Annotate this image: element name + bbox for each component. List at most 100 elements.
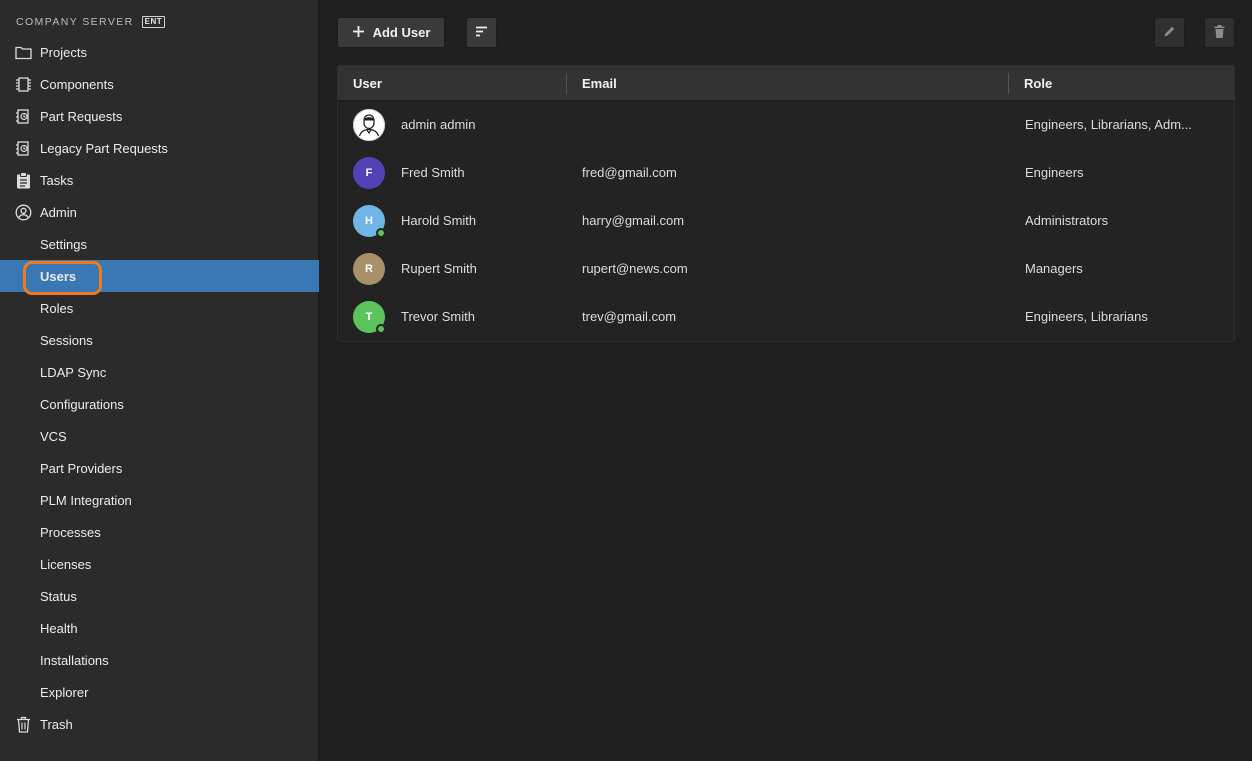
sidebar-item-label: PLM Integration: [40, 492, 132, 508]
sidebar-item-label: Roles: [40, 300, 74, 316]
user-name: Rupert Smith: [401, 261, 477, 276]
default-user-avatar-icon: [353, 109, 385, 141]
online-status-indicator: [376, 228, 386, 238]
user-role: Managers: [1025, 261, 1083, 276]
sidebar-item-ldap-sync[interactable]: LDAP Sync: [0, 356, 319, 388]
trash-icon: [1214, 24, 1225, 41]
sidebar-item-admin[interactable]: Admin: [0, 196, 319, 228]
sidebar-item-tasks[interactable]: Tasks: [0, 164, 319, 196]
sidebar-item-label: Installations: [40, 652, 109, 668]
avatar-initial: T: [365, 311, 373, 323]
sidebar-item-label: Licenses: [40, 556, 92, 572]
sidebar-item-label: Tasks: [40, 172, 74, 188]
sidebar-item-label: Health: [40, 620, 78, 636]
user-role: Engineers, Librarians, Adm...: [1025, 117, 1192, 132]
sidebar-item-trash[interactable]: Trash: [0, 708, 319, 740]
edition-badge: ENT: [141, 16, 166, 28]
table-row[interactable]: R Rupert Smith rupert@news.com Managers: [338, 245, 1234, 293]
sidebar-item-explorer[interactable]: Explorer: [0, 676, 319, 708]
part-request-icon: [15, 140, 32, 157]
avatar: T: [353, 301, 386, 334]
add-user-button[interactable]: Add User: [337, 17, 445, 48]
sidebar-item-part-requests[interactable]: Part Requests: [0, 100, 319, 132]
column-divider[interactable]: [1008, 73, 1009, 94]
user-email: rupert@news.com: [582, 261, 688, 276]
clipboard-icon: [15, 172, 32, 189]
sort-icon: [475, 25, 488, 40]
sidebar-item-label: Part Providers: [40, 460, 123, 476]
plus-icon: [352, 25, 365, 41]
sidebar-item-settings[interactable]: Settings: [0, 228, 319, 260]
sidebar-item-roles[interactable]: Roles: [0, 292, 319, 324]
avatar: F: [353, 157, 385, 189]
sidebar-item-label: Legacy Part Requests: [40, 140, 168, 156]
table-row[interactable]: F Fred Smith fred@gmail.com Engineers: [338, 149, 1234, 197]
sidebar-item-sessions[interactable]: Sessions: [0, 324, 319, 356]
user-name: Trevor Smith: [401, 309, 475, 324]
user-circle-icon: [15, 204, 32, 221]
user-email: trev@gmail.com: [582, 309, 677, 324]
avatar-initial: H: [365, 215, 373, 227]
column-header-role[interactable]: Role: [1024, 76, 1052, 91]
sidebar-item-components[interactable]: Components: [0, 68, 319, 100]
sidebar: COMPANY SERVER ENT Projects Components P…: [0, 0, 319, 761]
sidebar-item-label: Settings: [40, 236, 87, 252]
sidebar-item-label: Explorer: [40, 684, 89, 700]
sidebar-item-licenses[interactable]: Licenses: [0, 548, 319, 580]
column-header-user[interactable]: User: [353, 76, 382, 91]
sidebar-item-vcs[interactable]: VCS: [0, 420, 319, 452]
sidebar-item-users[interactable]: Users: [0, 260, 319, 292]
sidebar-item-label: Processes: [40, 524, 101, 540]
table-row[interactable]: T Trevor Smith trev@gmail.com Engineers,…: [338, 293, 1234, 341]
chip-icon: [15, 76, 32, 93]
column-divider[interactable]: [566, 73, 567, 94]
users-table: User Email Role admin admin Engineers, L…: [337, 65, 1235, 342]
user-email: harry@gmail.com: [582, 213, 685, 228]
avatar-initial: F: [365, 167, 373, 179]
sidebar-item-status[interactable]: Status: [0, 580, 319, 612]
sidebar-item-label: Admin: [40, 204, 77, 220]
sidebar-item-label: VCS: [40, 428, 67, 444]
main-panel: Add User User Email Role admin admin Eng…: [320, 0, 1252, 761]
user-role: Engineers, Librarians: [1025, 309, 1148, 324]
table-row[interactable]: H Harold Smith harry@gmail.com Administr…: [338, 197, 1234, 245]
sidebar-item-label: Projects: [40, 44, 87, 60]
sidebar-item-part-providers[interactable]: Part Providers: [0, 452, 319, 484]
sidebar-item-label: Sessions: [40, 332, 93, 348]
sidebar-item-legacy-part-requests[interactable]: Legacy Part Requests: [0, 132, 319, 164]
table-row[interactable]: admin admin Engineers, Librarians, Adm..…: [338, 101, 1234, 149]
avatar-initial: R: [365, 263, 373, 275]
sidebar-item-plm-integration[interactable]: PLM Integration: [0, 484, 319, 516]
sidebar-item-label: Part Requests: [40, 108, 123, 124]
sidebar-item-label: LDAP Sync: [40, 364, 107, 380]
sidebar-item-projects[interactable]: Projects: [0, 36, 319, 68]
sidebar-item-label: Configurations: [40, 396, 124, 412]
avatar: R: [353, 253, 385, 285]
sidebar-item-label: Users: [40, 268, 77, 284]
sidebar-item-label: Components: [40, 76, 114, 92]
sidebar-item-health[interactable]: Health: [0, 612, 319, 644]
sidebar-item-label: Trash: [40, 716, 73, 732]
user-email: fred@gmail.com: [582, 165, 677, 180]
trash-icon: [15, 716, 32, 733]
pencil-icon: [1163, 25, 1176, 41]
sidebar-item-processes[interactable]: Processes: [0, 516, 319, 548]
delete-button[interactable]: [1204, 17, 1235, 48]
folder-icon: [15, 44, 32, 61]
user-role: Engineers: [1025, 165, 1084, 180]
avatar: [353, 109, 385, 141]
online-status-indicator: [376, 324, 386, 334]
avatar: H: [353, 205, 386, 238]
brand: COMPANY SERVER ENT: [16, 15, 166, 29]
sidebar-item-configurations[interactable]: Configurations: [0, 388, 319, 420]
sidebar-item-installations[interactable]: Installations: [0, 644, 319, 676]
column-header-email[interactable]: Email: [582, 76, 617, 91]
sort-button[interactable]: [466, 17, 497, 48]
table-header: User Email Role: [338, 66, 1234, 101]
part-request-icon: [15, 108, 32, 125]
edit-button[interactable]: [1154, 17, 1185, 48]
user-name: Harold Smith: [401, 213, 477, 228]
sidebar-item-label: Status: [40, 588, 77, 604]
user-role: Administrators: [1025, 213, 1109, 228]
add-user-label: Add User: [372, 25, 431, 40]
